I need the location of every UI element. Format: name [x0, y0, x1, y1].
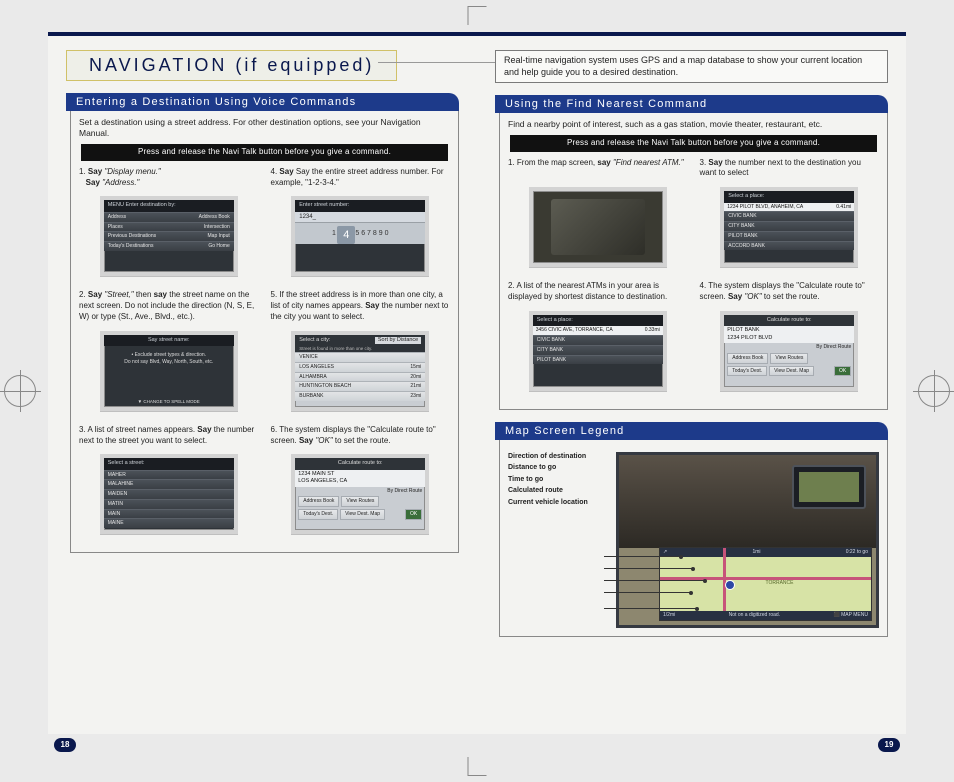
nav-screenshot-calc-route: Calculate route to: 1234 MAIN STLOS ANGE…: [291, 454, 429, 534]
page-number-left: 18: [54, 738, 76, 752]
step-6: 6. The system displays the "Calculate ro…: [271, 425, 451, 447]
nav-screenshot-menu: MENU Enter destination by: AddressAddres…: [100, 196, 238, 276]
section-heading-voice: Entering a Destination Using Voice Comma…: [66, 93, 459, 111]
page-right: Real-time navigation system uses GPS and…: [477, 36, 906, 734]
instruction-bar-2: Press and release the Navi Talk button b…: [510, 135, 877, 152]
step-5: 5. If the street address is in more than…: [271, 290, 451, 322]
nav-screenshot-calc-2: Calculate route to: PILOT BANK1234 PILOT…: [720, 311, 858, 391]
section-heading-legend: Map Screen Legend: [495, 422, 888, 440]
nav-screenshot-talk-button: [529, 187, 667, 267]
legend-label-time: Time to go: [508, 475, 608, 484]
section-desc: Set a destination using a street address…: [79, 117, 450, 140]
legend-label-route: Calculated route: [508, 486, 608, 495]
nav-screenshot-street-list: Select a street: MAHER MALAHINE MAIDEN M…: [100, 454, 238, 534]
step-3: 3. A list of street names appears. Say t…: [79, 425, 259, 447]
nav-screenshot-place-a: Select a place: 3456 CIVIC AVE, TORRANCE…: [529, 311, 667, 391]
legend-label-distance: Distance to go: [508, 463, 608, 472]
manual-spread: NAVIGATION (if equipped) Entering a Dest…: [48, 32, 906, 734]
step-2: 2. Say "Street," then say the street nam…: [79, 290, 259, 322]
map-view: ↗1mi0:22 to go TORRANCE 1/2miNot on a di…: [659, 547, 872, 620]
nav-unit-icon: [792, 465, 866, 509]
section-body-voice: Set a destination using a street address…: [70, 111, 459, 553]
step-n4: 4. The system displays the "Calculate ro…: [700, 281, 880, 303]
intro-text: Real-time navigation system uses GPS and…: [495, 50, 888, 83]
legend-label-direction: Direction of destination: [508, 452, 608, 461]
page-number-right: 19: [878, 738, 900, 752]
legend-image: ↗1mi0:22 to go TORRANCE 1/2miNot on a di…: [616, 452, 879, 628]
nav-screenshot-say-street: Say street name: • Exclude street types …: [100, 331, 238, 411]
instruction-bar: Press and release the Navi Talk button b…: [81, 144, 448, 161]
section-body-legend: Direction of destination ↗1mi0:22 to go …: [499, 440, 888, 637]
page-title: NAVIGATION (if equipped): [66, 50, 397, 81]
legend-label-vehicle: Current vehicle location: [508, 498, 608, 507]
step-n2: 2. A list of the nearest ATMs in your ar…: [508, 281, 688, 303]
step-n1: 1. From the map screen, say "Find neares…: [508, 158, 688, 180]
nav-screenshot-city-list: Select a city:Sort by Distance Street is…: [291, 331, 429, 411]
page-left: NAVIGATION (if equipped) Entering a Dest…: [48, 36, 477, 734]
step-n3: 3. Say the number next to the destinatio…: [700, 158, 880, 180]
step-1: 1. Say "Display menu." Say "Address.": [79, 167, 259, 189]
nav-screenshot-place-b: Select a place: 1234 PILOT BLVD, ANAHEIM…: [720, 187, 858, 267]
section-body-nearest: Find a nearby point of interest, such as…: [499, 113, 888, 409]
section2-desc: Find a nearby point of interest, such as…: [508, 119, 879, 130]
nav-screenshot-number: Enter street number: 1234_ 4 1 2 3 4 5 6…: [291, 196, 429, 276]
step-4: 4. Say Say the entire street address num…: [271, 167, 451, 189]
section-heading-nearest: Using the Find Nearest Command: [495, 95, 888, 113]
